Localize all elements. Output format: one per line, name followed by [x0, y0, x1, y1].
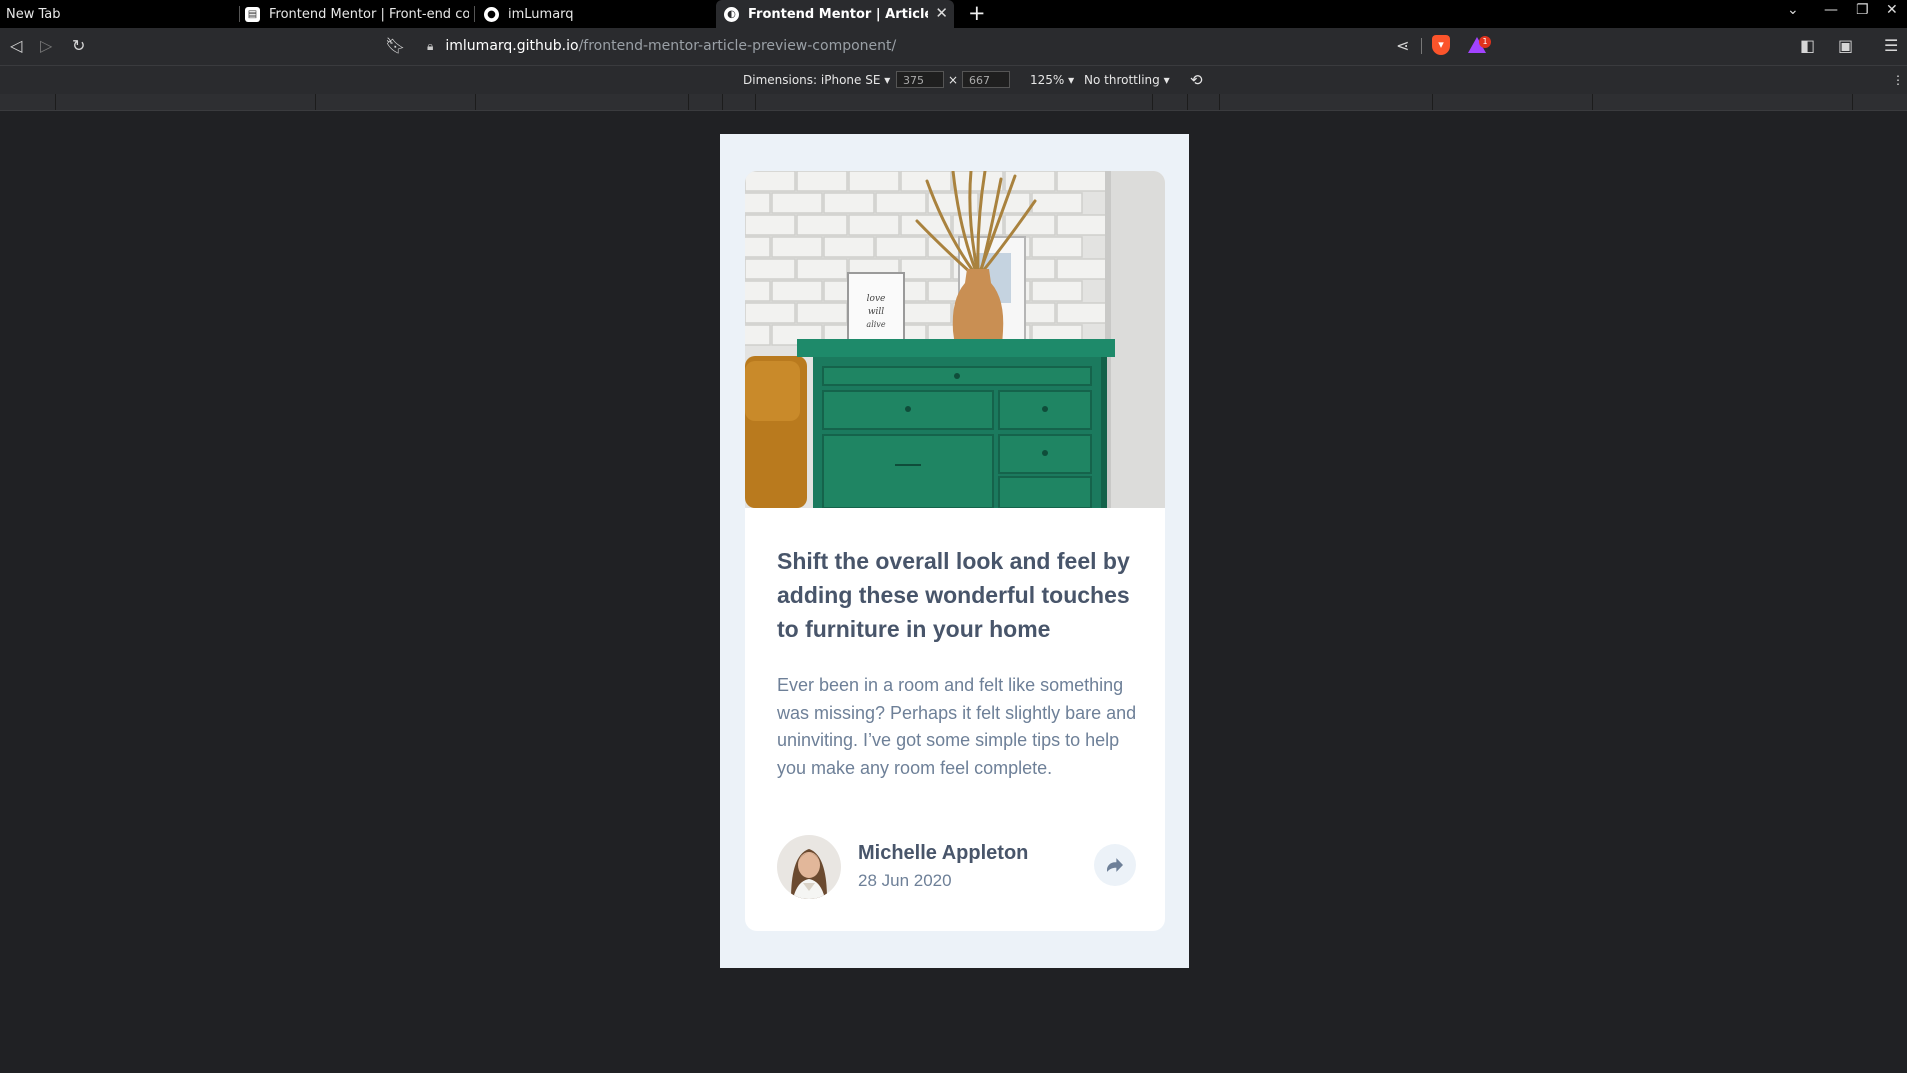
tab-separator: [474, 6, 475, 22]
globe-icon: ◐: [724, 6, 739, 22]
avatar: [777, 835, 841, 899]
rewards-badge: 1: [1479, 36, 1491, 48]
tab-imlumarq[interactable]: ● imLumarq: [484, 0, 704, 28]
tab-label: Frontend Mentor | Article Previ: [748, 6, 928, 22]
author-name: Michelle Appleton: [858, 842, 1029, 864]
dimensions-label: Dimensions: iPhone SE: [743, 73, 881, 87]
svg-text:love: love: [867, 294, 886, 304]
sidebar-icon[interactable]: ◧: [1800, 36, 1815, 55]
browser-toolbar: ◁ ▷ ↻ 🔖︎ 🔒︎ imlumarq.github.io/frontend-…: [0, 28, 1907, 66]
address-bar[interactable]: 🔒︎ imlumarq.github.io/frontend-mentor-ar…: [413, 32, 1493, 60]
width-input[interactable]: 375: [896, 71, 944, 88]
wallet-icon[interactable]: ▣: [1838, 36, 1853, 55]
share-page-icon[interactable]: ⋖: [1396, 36, 1409, 55]
more-options-icon[interactable]: ⋮: [1892, 73, 1904, 87]
device-dimensions-dropdown[interactable]: Dimensions: iPhone SE ▾: [743, 73, 890, 87]
tab-label: imLumarq: [508, 6, 574, 22]
tab-new-tab[interactable]: New Tab: [6, 0, 186, 28]
device-viewport: love will alive Shift the overall look a…: [720, 134, 1189, 968]
svg-text:will: will: [868, 307, 884, 317]
tab-article-preview[interactable]: ◐ Frontend Mentor | Article Previ ✕: [716, 0, 954, 28]
url-path: /frontend-mentor-article-preview-compone…: [578, 38, 897, 54]
menu-icon[interactable]: ☰: [1884, 36, 1898, 55]
back-icon[interactable]: ◁: [10, 36, 22, 55]
tab-search-chevron-icon[interactable]: ⌄: [1787, 2, 1799, 18]
brave-shields-icon[interactable]: ▾: [1432, 35, 1450, 55]
media-query-ruler: [0, 94, 1907, 111]
tab-label: New Tab: [6, 6, 61, 22]
tab-separator: [239, 6, 240, 22]
restore-icon[interactable]: ❐: [1856, 2, 1869, 18]
publish-date: 28 Jun 2020: [858, 871, 952, 890]
avatar-image: [777, 835, 841, 899]
height-input[interactable]: 667: [962, 71, 1010, 88]
forward-icon[interactable]: ▷: [40, 36, 52, 55]
new-tab-button[interactable]: +: [968, 1, 986, 25]
close-tab-icon[interactable]: ✕: [935, 4, 948, 22]
article-description: Ever been in a room and felt like someth…: [777, 675, 1137, 778]
tab-strip: New Tab ▤ Frontend Mentor | Front-end co…: [0, 0, 1907, 28]
dimension-times: ×: [948, 73, 959, 87]
hero-image: love will alive: [745, 171, 1165, 508]
reload-icon[interactable]: ↻: [72, 36, 85, 55]
lock-icon: 🔒︎: [427, 38, 434, 53]
article-title: Shift the overall look and feel by addin…: [777, 548, 1130, 642]
tab-label: Frontend Mentor | Front-end codi: [269, 6, 469, 22]
rotate-icon[interactable]: ⟲: [1190, 71, 1203, 89]
frontend-mentor-favicon-icon: ▤: [245, 6, 260, 22]
tab-frontend-mentor[interactable]: ▤ Frontend Mentor | Front-end codi: [245, 0, 473, 28]
github-icon: ●: [484, 6, 499, 22]
minimize-icon[interactable]: —: [1824, 2, 1838, 18]
article-card: love will alive Shift the overall look a…: [745, 171, 1165, 931]
throttling-dropdown[interactable]: No throttling ▾: [1084, 73, 1170, 87]
zoom-dropdown[interactable]: 125% ▾: [1030, 73, 1074, 87]
share-button[interactable]: [1094, 844, 1136, 886]
device-toolbar: Dimensions: iPhone SE ▾ 375 × 667 125% ▾…: [0, 66, 1907, 94]
close-window-icon[interactable]: ✕: [1886, 2, 1898, 18]
zoom-label: 125%: [1030, 73, 1065, 87]
url-host: imlumarq.github.io: [445, 38, 579, 54]
share-icon: [1107, 858, 1123, 872]
throttling-label: No throttling: [1084, 73, 1160, 87]
toolbar-separator: [1421, 38, 1422, 54]
svg-text:alive: alive: [866, 320, 885, 329]
bookmark-icon[interactable]: 🔖︎: [385, 36, 405, 55]
